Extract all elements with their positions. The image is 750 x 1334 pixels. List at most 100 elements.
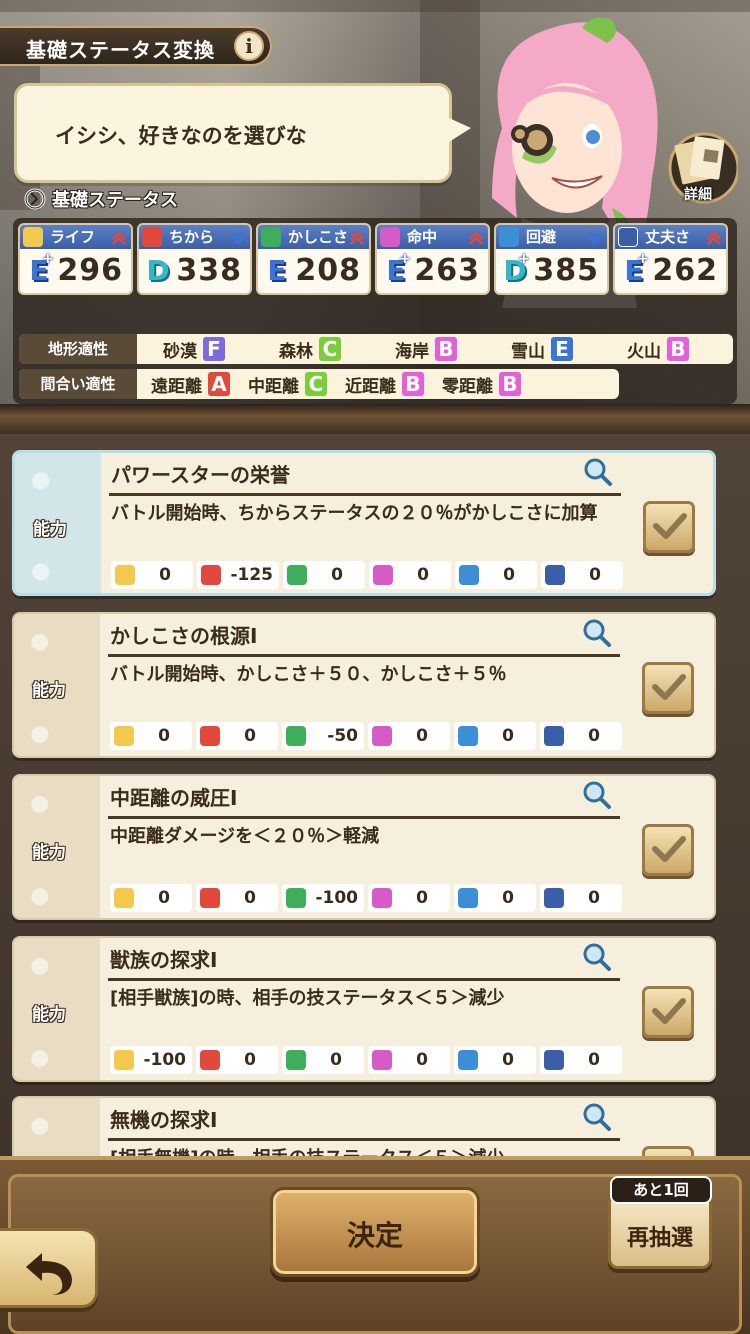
stat-value: 338	[176, 253, 242, 288]
fist-icon	[201, 565, 221, 585]
mod-value: -100	[143, 1050, 186, 1070]
terrain-snow-mountain: 雪山 E	[511, 337, 573, 362]
info-icon[interactable]: i	[234, 31, 264, 61]
terrain-name: 雪山	[511, 341, 545, 362]
target-icon	[372, 726, 392, 746]
mod-value: 0	[588, 726, 600, 746]
grade-badge: B	[435, 337, 457, 361]
ability-card[interactable]: 能力 中距離の威圧Ⅰ 中距離ダメージを＜２０％＞軽減 0 0 -100 0 0 …	[12, 774, 716, 920]
mod-value: 0	[503, 565, 515, 585]
shield-icon	[544, 1050, 564, 1070]
base-status-text: 基礎ステータス	[52, 190, 178, 211]
range-label: 間合い適性	[19, 369, 137, 399]
heart-icon	[114, 726, 134, 746]
mod-power: 0	[196, 722, 278, 750]
ability-card[interactable]: 能力 パワースターの栄誉 バトル開始時、ちからステータスの２０％がかしこさに加算…	[12, 450, 716, 596]
terrain-aptitude-row: 地形適性 砂漠 F 森林 C 海岸 B 雪山 E 火山 B	[19, 334, 733, 364]
ability-card[interactable]: 能力 獣族の探求Ⅰ [相手獣族]の時、相手の技ステータス＜５＞減少 -100 0…	[12, 936, 716, 1082]
range-mid: 中距離 C	[248, 372, 327, 397]
ability-tag: 能力	[32, 1005, 66, 1025]
mod-wisdom: -100	[282, 884, 364, 912]
mod-value: 0	[588, 888, 600, 908]
stat-value: 208	[295, 253, 361, 288]
search-icon[interactable]	[582, 780, 612, 810]
shield-icon	[545, 565, 565, 585]
select-checkbox[interactable]	[642, 662, 694, 714]
reroll-button[interactable]: 再抽選	[608, 1193, 712, 1269]
remaining-count-badge: あと1回	[610, 1176, 712, 1204]
select-checkbox[interactable]	[642, 1146, 694, 1156]
mod-accuracy: 0	[368, 884, 450, 912]
search-icon[interactable]	[582, 1102, 612, 1132]
stat-row: ライフ E +296 ちから D 338 かしこさ E 208 命中 E +263 回避…	[18, 223, 728, 295]
ability-card[interactable]: 能力 無機の探求Ⅰ [相手無機]の時、相手の技ステータス＜５＞減少 0 0 0 …	[12, 1096, 716, 1156]
ability-tag: 能力	[33, 520, 67, 540]
target-icon	[372, 1050, 392, 1070]
terrain-label: 地形適性	[19, 334, 137, 364]
range-zero: 零距離 B	[442, 372, 521, 397]
grade-badge: C	[319, 337, 341, 361]
select-checkbox[interactable]	[642, 986, 694, 1038]
heart-icon	[114, 888, 134, 908]
stat-accuracy: 命中 E +263	[375, 223, 490, 295]
stat-modifiers: 0 0 -50 0 0 0	[110, 722, 622, 750]
mod-life: 0	[110, 884, 192, 912]
terrain-forest: 森林 C	[279, 337, 341, 362]
stat-toughness: 丈夫さ E +262	[613, 223, 728, 295]
book-icon	[287, 565, 307, 585]
select-checkbox[interactable]	[643, 501, 695, 553]
mod-evasion: 0	[454, 1046, 536, 1074]
search-icon[interactable]	[583, 457, 613, 487]
grade-badge: E	[267, 254, 287, 287]
mod-value: 0	[244, 1050, 256, 1070]
grade-plus: +	[637, 251, 649, 267]
title-underline	[108, 1138, 620, 1141]
decide-button[interactable]: 決定	[270, 1187, 480, 1277]
mod-value: 0	[416, 1050, 428, 1070]
stat-value: 263	[414, 253, 480, 288]
back-button[interactable]	[0, 1228, 98, 1308]
stat-name: 回避	[526, 228, 557, 246]
select-checkbox[interactable]	[642, 824, 694, 876]
evade-icon	[458, 726, 478, 746]
up-arrow-icon	[468, 229, 484, 245]
mod-power: 0	[196, 1046, 278, 1074]
stat-modifiers: 0 0 -100 0 0 0	[110, 884, 622, 912]
mod-life: -100	[110, 1046, 192, 1074]
search-icon[interactable]	[582, 942, 612, 972]
mod-evasion: 0	[454, 884, 536, 912]
shield-icon	[544, 888, 564, 908]
grade-badge: B	[402, 372, 424, 396]
base-status-label: 基礎ステータス	[24, 186, 178, 212]
terrain-coast: 海岸 B	[395, 337, 457, 362]
down-arrow-icon	[587, 229, 603, 245]
ability-title: パワースターの栄誉	[111, 463, 290, 487]
mod-power: -125	[197, 561, 279, 589]
ability-list[interactable]: 能力 パワースターの栄誉 バトル開始時、ちからステータスの２０％がかしこさに加算…	[0, 434, 750, 1156]
section-divider	[0, 404, 750, 434]
range-name: 中距離	[248, 376, 299, 397]
terrain-name: 火山	[627, 341, 661, 362]
evade-icon	[458, 1050, 478, 1070]
mod-value: 0	[502, 726, 514, 746]
evade-icon	[458, 888, 478, 908]
ability-card[interactable]: 能力 かしこさの根源Ⅰ バトル開始時、かしこさ＋５０、かしこさ＋５％ 0 0 -…	[12, 612, 716, 758]
speech-bubble: イシシ、好きなのを選びな	[14, 83, 471, 183]
details-label: 詳細	[684, 187, 712, 203]
shield-icon	[618, 227, 638, 247]
mod-value: 0	[244, 726, 256, 746]
ability-description: バトル開始時、かしこさ＋５０、かしこさ＋５％	[110, 664, 507, 685]
mod-accuracy: 0	[368, 1046, 450, 1074]
mod-accuracy: 0	[368, 722, 450, 750]
terrain-desert: 砂漠 F	[163, 337, 225, 362]
mod-value: 0	[330, 1050, 342, 1070]
stat-name: ちから	[169, 228, 215, 246]
ability-title: 獣族の探求Ⅰ	[110, 948, 218, 972]
screen-title: 基礎ステータス変換	[26, 38, 215, 62]
ability-tag: 能力	[32, 681, 66, 701]
grade-badge: B	[667, 337, 689, 361]
search-icon[interactable]	[582, 618, 612, 648]
stat-life: ライフ E +296	[18, 223, 133, 295]
grade-plus: +	[518, 251, 530, 267]
terrain-name: 海岸	[395, 341, 429, 362]
